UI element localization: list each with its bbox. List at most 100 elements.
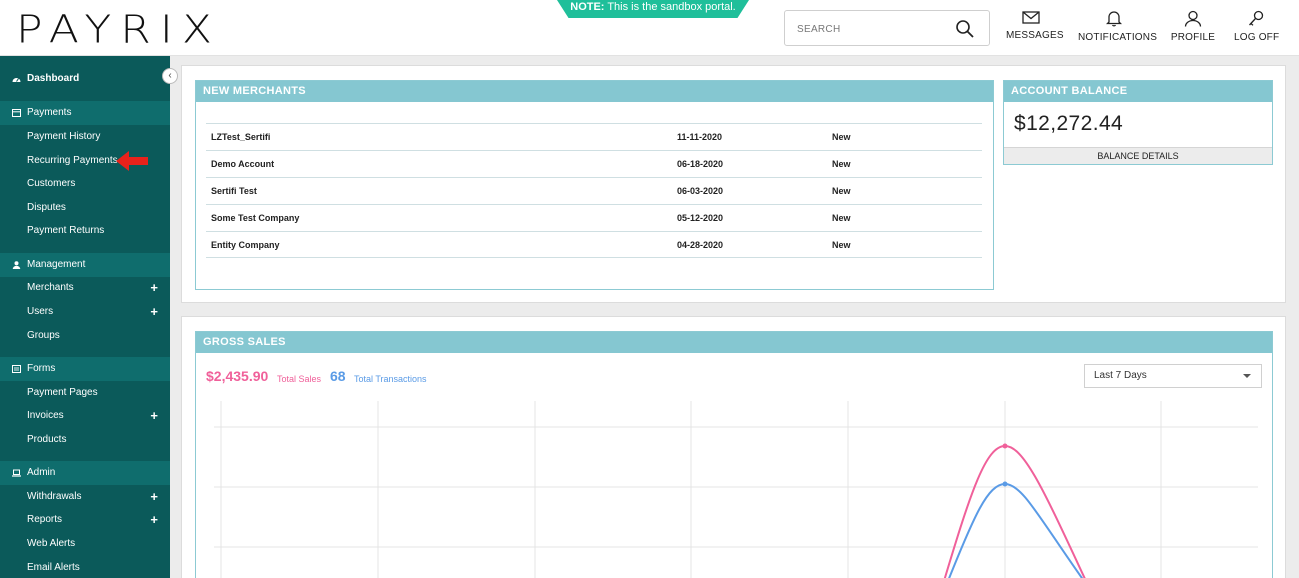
sidebar-item-label: Payment History — [27, 131, 101, 142]
chevron-down-icon — [1243, 374, 1251, 378]
transactions-point[interactable] — [1002, 481, 1008, 487]
sidebar-payments-label: Payments — [27, 107, 72, 118]
merchant-name: Some Test Company — [211, 213, 300, 223]
expand-plus-icon[interactable]: + — [150, 277, 158, 299]
sidebar-item-users[interactable]: Users + — [0, 301, 170, 323]
profile-button[interactable]: PROFILE — [1170, 10, 1216, 50]
messages-button[interactable]: MESSAGES — [1006, 10, 1064, 50]
sidebar-item-customers[interactable]: Customers — [0, 173, 170, 195]
sidebar-section-management[interactable]: Management — [0, 253, 170, 277]
table-row[interactable]: Entity Company 04-28-2020 New — [206, 231, 982, 258]
payrix-logo[interactable]: PAYRIX — [16, 8, 221, 52]
messages-label: MESSAGES — [1006, 30, 1064, 41]
sidebar-item-email-alerts[interactable]: Email Alerts — [0, 557, 170, 578]
notifications-button[interactable]: NOTIFICATIONS — [1078, 10, 1158, 50]
notifications-label: NOTIFICATIONS — [1078, 32, 1158, 43]
total-transactions-label: Total Transactions — [354, 374, 427, 384]
account-balance-card: ACCOUNT BALANCE $12,272.44 BALANCE DETAI… — [1003, 80, 1273, 165]
sidebar-item-payment-history[interactable]: Payment History — [0, 126, 170, 148]
sidebar-item-label: Recurring Payments — [27, 155, 118, 166]
sidebar-item-label: Products — [27, 434, 67, 445]
sidebar-item-label: Reports — [27, 514, 63, 525]
sidebar-item-label: Customers — [27, 178, 76, 189]
merchant-date: 06-03-2020 — [677, 186, 724, 196]
sidebar-item-web-alerts[interactable]: Web Alerts — [0, 533, 170, 555]
table-row[interactable]: Some Test Company 05-12-2020 New — [206, 204, 982, 231]
red-arrow-annotation — [116, 151, 148, 171]
table-row[interactable]: LZTest_Sertifi 11-11-2020 New — [206, 123, 982, 150]
sidebar-section-admin[interactable]: Admin — [0, 461, 170, 485]
person-icon — [12, 261, 21, 269]
date-range-value: Last 7 Days — [1094, 370, 1147, 381]
search-icon[interactable] — [955, 19, 975, 39]
merchant-status: New — [832, 213, 851, 223]
table-row[interactable]: Sertifi Test 06-03-2020 New — [206, 177, 982, 204]
sidebar-section-payments[interactable]: Payments — [0, 101, 170, 125]
expand-plus-icon[interactable]: + — [150, 301, 158, 323]
sales-point[interactable] — [1002, 443, 1008, 449]
logoff-button[interactable]: LOG OFF — [1234, 10, 1280, 50]
total-transactions-value: 68 — [330, 368, 346, 384]
sales-series-line — [943, 444, 1086, 578]
top-header: PAYRIX NOTE: This is the sandbox portal.… — [0, 0, 1299, 56]
sidebar-management-label: Management — [27, 259, 86, 270]
merchant-date: 06-18-2020 — [677, 159, 724, 169]
key-icon — [1249, 10, 1264, 26]
merchant-name: Entity Company — [211, 240, 280, 250]
sidebar-item-dashboard[interactable]: Dashboard — [0, 67, 170, 91]
sidebar-item-label: Users — [27, 306, 54, 317]
expand-plus-icon[interactable]: + — [150, 405, 158, 427]
sidebar-dashboard-label: Dashboard — [27, 73, 80, 84]
sidebar-item-products[interactable]: Products — [0, 429, 170, 451]
sidebar-forms-label: Forms — [27, 363, 56, 374]
envelope-icon — [1022, 11, 1040, 24]
merchant-status: New — [832, 132, 851, 142]
note-text: This is the sandbox portal. — [604, 1, 736, 13]
logoff-label: LOG OFF — [1234, 32, 1280, 43]
sidebar-item-label: Groups — [27, 330, 60, 341]
sidebar-item-groups[interactable]: Groups — [0, 325, 170, 347]
merchant-name: Sertifi Test — [211, 186, 257, 196]
sidebar-item-label: Payment Pages — [27, 387, 98, 398]
search-input[interactable] — [797, 20, 947, 38]
new-merchants-card: NEW MERCHANTS LZTest_Sertifi 11-11-2020 … — [195, 80, 994, 290]
merchant-status: New — [832, 186, 851, 196]
table-row[interactable]: Demo Account 06-18-2020 New — [206, 150, 982, 177]
sidebar: ‹ Dashboard Payments Payment History Rec… — [0, 56, 178, 578]
sidebar-item-invoices[interactable]: Invoices + — [0, 405, 170, 427]
sidebar-item-withdrawals[interactable]: Withdrawals + — [0, 486, 170, 508]
sandbox-note-banner: NOTE: This is the sandbox portal. — [557, 0, 749, 18]
merchant-name: LZTest_Sertifi — [211, 132, 271, 142]
total-sales-label: Total Sales — [277, 374, 322, 384]
balance-details-button[interactable]: BALANCE DETAILS — [1004, 147, 1272, 164]
sidebar-item-disputes[interactable]: Disputes — [0, 197, 170, 219]
sidebar-item-merchants[interactable]: Merchants + — [0, 277, 170, 299]
merchant-date: 05-12-2020 — [677, 213, 724, 223]
merchant-status: New — [832, 240, 851, 250]
sidebar-item-payment-returns[interactable]: Payment Returns — [0, 220, 170, 242]
dashboard-icon — [12, 78, 21, 82]
overview-panel: NEW MERCHANTS LZTest_Sertifi 11-11-2020 … — [181, 65, 1286, 303]
merchant-name: Demo Account — [211, 159, 275, 169]
account-balance-title: ACCOUNT BALANCE — [1004, 81, 1272, 102]
bell-icon — [1106, 11, 1122, 27]
sidebar-item-reports[interactable]: Reports + — [0, 509, 170, 531]
gross-sales-chart — [214, 401, 1258, 578]
expand-plus-icon[interactable]: + — [150, 486, 158, 508]
credit-card-icon — [12, 109, 21, 117]
merchant-date: 04-28-2020 — [677, 240, 724, 250]
sidebar-item-label: Email Alerts — [27, 562, 80, 573]
form-icon — [12, 365, 21, 373]
collapse-sidebar-button[interactable]: ‹ — [162, 68, 178, 84]
search-box[interactable] — [784, 10, 990, 46]
date-range-select[interactable]: Last 7 Days — [1084, 364, 1262, 388]
profile-label: PROFILE — [1170, 32, 1216, 43]
user-icon — [1184, 10, 1202, 27]
sidebar-item-payment-pages[interactable]: Payment Pages — [0, 382, 170, 404]
sidebar-item-label: Withdrawals — [27, 491, 82, 502]
expand-plus-icon[interactable]: + — [150, 509, 158, 531]
sidebar-admin-label: Admin — [27, 467, 56, 478]
gross-sales-card: GROSS SALES $2,435.90 Total Sales 68 Tot… — [195, 331, 1273, 578]
balance-amount: $12,272.44 — [1014, 112, 1124, 135]
sidebar-section-forms[interactable]: Forms — [0, 357, 170, 381]
